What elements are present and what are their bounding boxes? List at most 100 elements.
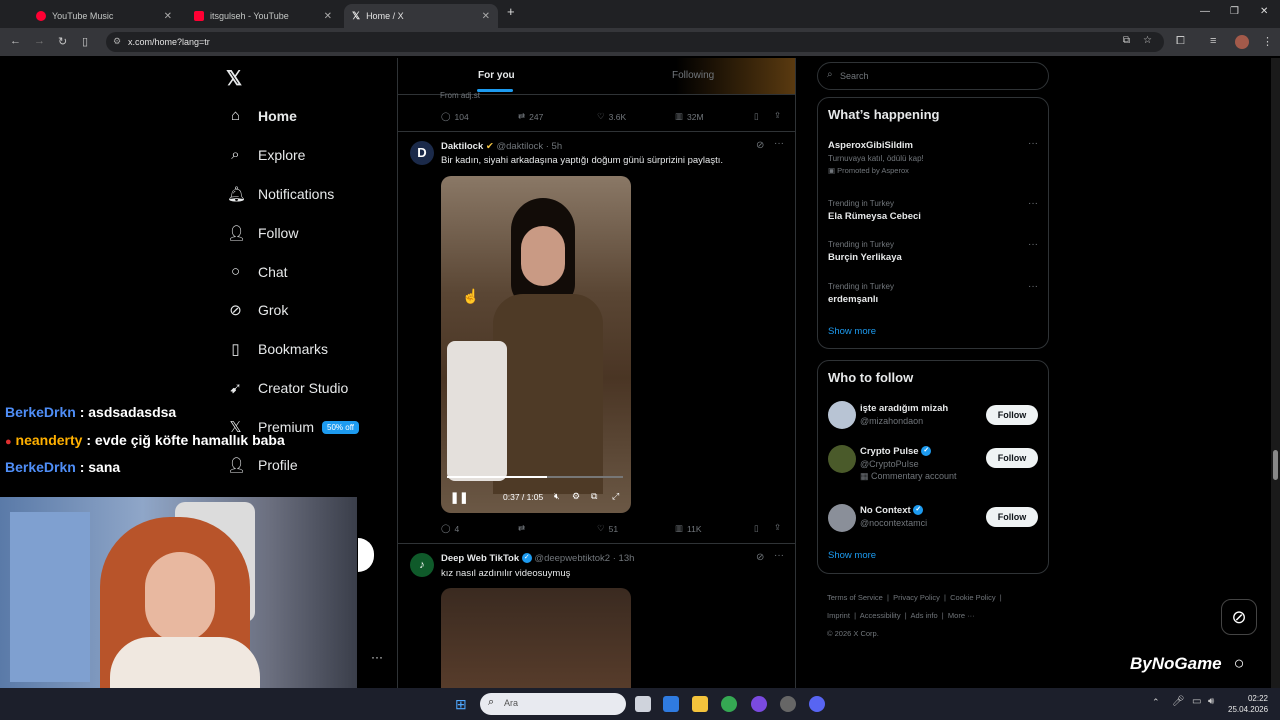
tab-youtube-music[interactable]: YouTube Music ✕ [28, 4, 180, 28]
messages-float-button[interactable]: ○ [1221, 645, 1257, 681]
like-button[interactable]: ♡ 3.6K [597, 111, 626, 122]
more-icon[interactable]: ··· [774, 138, 784, 149]
app-icon[interactable] [751, 696, 767, 712]
windows-start-icon[interactable]: ⊞ [455, 696, 467, 713]
bookmark-icon[interactable]: ▯ [754, 523, 759, 534]
share-icon[interactable]: ⇪ [774, 110, 781, 121]
avatar[interactable] [828, 401, 856, 429]
minimize-icon[interactable]: — [1200, 6, 1210, 17]
repost-button[interactable]: ⇄ [518, 523, 529, 534]
tab-itsgulseh[interactable]: itsgulseh - YouTube ✕ [186, 4, 340, 28]
taskbar-clock[interactable]: 02:22 25.04.2026 [1228, 693, 1268, 715]
more-icon[interactable]: ··· [1028, 239, 1038, 250]
share-icon[interactable]: ⇪ [774, 522, 781, 533]
nav-chat[interactable]: ○ Chat [227, 263, 288, 280]
settings-icon[interactable]: ⚙ [572, 491, 580, 502]
file-explorer-icon[interactable] [692, 696, 708, 712]
app-icon[interactable] [780, 696, 796, 712]
more-icon[interactable]: ··· [371, 650, 383, 664]
nav-bookmarks[interactable]: ▯ Bookmarks [227, 340, 328, 358]
profile-avatar[interactable] [1235, 35, 1249, 49]
follow-suggestion[interactable]: işte aradığım mizah @mizahondaon [860, 403, 948, 426]
grok-icon[interactable]: ⊘ [756, 552, 764, 563]
microphone-icon[interactable]: 🎤︎ [1172, 696, 1185, 707]
show-more-link[interactable]: Show more [828, 550, 876, 561]
like-button[interactable]: ♡ 51 [597, 523, 618, 534]
follow-button[interactable]: Follow [986, 507, 1038, 527]
close-icon[interactable]: ✕ [164, 11, 172, 22]
video-progress-track[interactable] [447, 476, 623, 478]
picture-in-picture-icon[interactable]: ⧉ [591, 491, 597, 502]
footer-link[interactable]: Imprint [827, 611, 850, 620]
tray-chevron-icon[interactable]: ⌃ [1152, 697, 1160, 708]
grok-float-button[interactable]: ⊘ [1221, 599, 1257, 635]
site-info-icon[interactable]: ⚙ [113, 36, 121, 47]
more-icon[interactable]: ··· [774, 550, 784, 561]
reload-icon[interactable]: ↻ [58, 35, 67, 48]
mute-icon[interactable]: 🔇︎ [554, 491, 560, 502]
avatar[interactable] [828, 445, 856, 473]
close-icon[interactable]: ✕ [482, 11, 490, 22]
avatar[interactable] [828, 504, 856, 532]
search-input[interactable]: ⌕ Search [817, 62, 1049, 90]
author-name[interactable]: Deep Web TikTok [441, 553, 519, 564]
grok-icon[interactable]: ⊘ [756, 140, 764, 151]
blurred-media[interactable] [441, 588, 631, 688]
nav-explore[interactable]: ⌕ Explore [227, 146, 305, 163]
footer-link[interactable]: Accessibility [860, 611, 901, 620]
footer-link[interactable]: Ads info [911, 611, 938, 620]
author-name[interactable]: Daktilock [441, 141, 483, 152]
follow-button[interactable]: Follow [986, 405, 1038, 425]
bookmark-icon[interactable]: ▯ [754, 111, 759, 122]
nav-home[interactable]: ⌂ Home [227, 107, 297, 124]
forward-icon[interactable]: → [34, 35, 45, 47]
follow-button[interactable]: Follow [986, 448, 1038, 468]
views-button[interactable]: ▥ 32M [675, 111, 704, 122]
nav-profile[interactable]: 👤︎ Profile [227, 456, 298, 474]
bookmark-star-icon[interactable]: ☆ [1143, 35, 1152, 46]
menu-icon[interactable]: ⋮ [1262, 35, 1273, 48]
x-logo-icon[interactable]: 𝕏 [226, 66, 242, 91]
more-icon[interactable]: ··· [1028, 138, 1038, 149]
trend-item[interactable]: Trending in Turkey Burçin Yerlikaya [828, 240, 902, 263]
author-handle[interactable]: @deepwebtiktok2 [534, 553, 610, 564]
volume-icon[interactable]: 🔊︎ [1208, 696, 1214, 707]
reading-list-icon[interactable]: ≡ [1210, 35, 1216, 47]
footer-link[interactable]: Terms of Service [827, 593, 883, 602]
avatar[interactable]: D [410, 141, 434, 165]
tab-following[interactable]: Following [672, 70, 714, 81]
chrome-icon[interactable] [721, 696, 737, 712]
nav-notifications[interactable]: 🔔︎ Notifications [227, 185, 334, 203]
install-app-icon[interactable]: ⧉ [1123, 35, 1130, 46]
reply-button[interactable]: ◯ 104 [441, 111, 469, 122]
fullscreen-icon[interactable]: ⤢ [612, 491, 619, 502]
reply-button[interactable]: ◯ 4 [441, 523, 459, 534]
tab-home-x[interactable]: 𝕏 Home / X ✕ [344, 4, 498, 28]
author-handle[interactable]: @daktilock [497, 141, 544, 152]
nav-follow[interactable]: 👤︎ Follow [227, 224, 298, 242]
discord-icon[interactable] [809, 696, 825, 712]
video-player[interactable]: ❚❚ 0:37 / 1:05 🔇︎ ⚙ ⧉ ⤢ [441, 176, 631, 513]
repost-button[interactable]: ⇄ 247 [518, 111, 543, 122]
scrollbar-thumb[interactable] [1273, 450, 1278, 480]
nav-creator-studio[interactable]: ➹ Creator Studio [227, 379, 348, 397]
sidebar-icon[interactable]: ▯ [82, 35, 88, 48]
store-icon[interactable] [663, 696, 679, 712]
views-button[interactable]: ▥ 11K [675, 523, 702, 534]
footer-link[interactable]: Cookie Policy [950, 593, 995, 602]
trend-item[interactable]: Trending in Turkey erdemşanlı [828, 282, 894, 305]
tab-for-you[interactable]: For you [478, 70, 515, 81]
avatar[interactable]: ♪ [410, 553, 434, 577]
footer-link[interactable]: More ··· [948, 611, 975, 620]
footer-link[interactable]: Privacy Policy [893, 593, 940, 602]
nav-grok[interactable]: ⊘ Grok [227, 301, 288, 319]
close-window-icon[interactable]: ✕ [1260, 6, 1268, 17]
new-tab-icon[interactable]: + [507, 4, 515, 19]
post-button[interactable] [358, 538, 374, 572]
show-more-link[interactable]: Show more [828, 326, 876, 337]
extensions-icon[interactable]: ⧠ [1176, 35, 1185, 48]
task-view-icon[interactable] [635, 696, 651, 712]
maximize-icon[interactable]: ❐ [1230, 6, 1239, 17]
follow-suggestion[interactable]: Crypto Pulse ✓ @CryptoPuIse ▦ Commentary… [860, 446, 957, 482]
address-bar[interactable]: ⚙ x.com/home?lang=tr ⧉ ☆ [106, 32, 1164, 52]
